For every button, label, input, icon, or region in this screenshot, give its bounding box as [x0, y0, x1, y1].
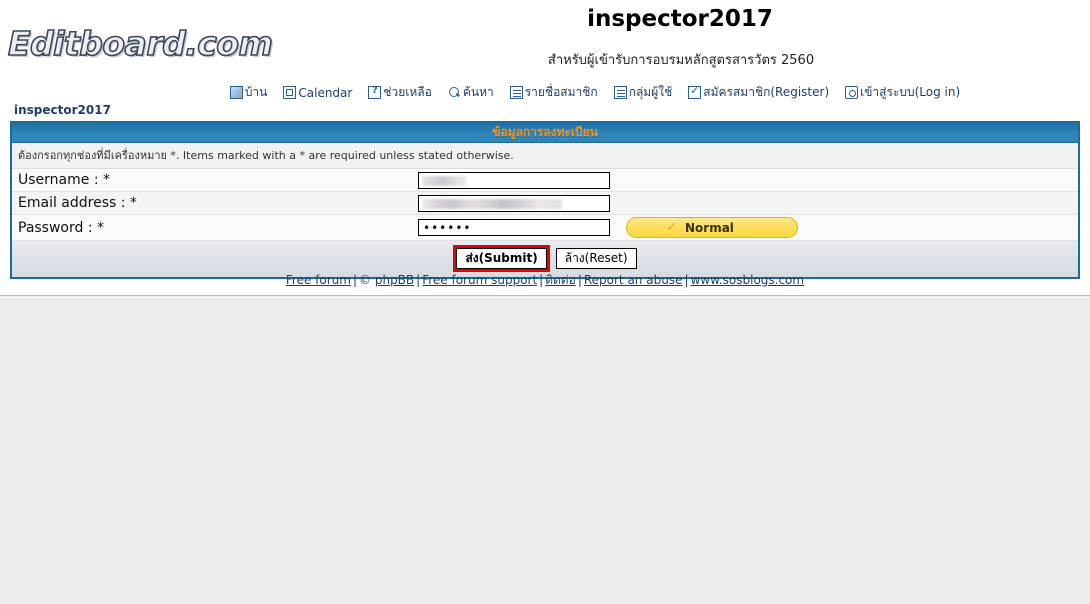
footer-link-phpbb[interactable]: phpBB [375, 273, 414, 287]
footer-separator-2: | [416, 273, 421, 287]
nav-item-usergroups[interactable]: กลุ่มผู้ใช้ [613, 83, 673, 102]
nav-item-calendar[interactable]: Calendar [283, 86, 352, 100]
reset-button[interactable]: ล้าง(Reset) [555, 248, 637, 269]
nav-item-memberlist[interactable]: รายชื่อสมาชิก [509, 83, 598, 102]
nav-item-home[interactable]: บ้าน [229, 83, 268, 102]
check-icon: ✓ [666, 220, 677, 235]
email-control [418, 193, 1078, 214]
password-input[interactable]: •••••• [418, 219, 610, 236]
panel-header: ข้อมูลการลงทะเบียน [12, 123, 1078, 143]
nav-item-login[interactable]: เข้าสู่ระบบ(Log in) [845, 83, 960, 102]
nav-label-help: ช่วยเหลือ [383, 85, 432, 99]
help-icon [368, 85, 382, 99]
footer-link-free-forum[interactable]: Free forum [286, 273, 351, 287]
nav-item-search[interactable]: ค้นหา [448, 83, 494, 102]
copyright-mark: © [359, 273, 372, 287]
nav-label-login: เข้าสู่ระบบ(Log in) [860, 85, 961, 99]
email-input[interactable] [418, 194, 610, 212]
panel-title: ข้อมูลการลงทะเบียน [492, 125, 598, 139]
nav-item-register[interactable]: สมัครสมาชิก(Register) [688, 83, 829, 102]
page-title: inspector2017 [587, 6, 773, 32]
password-masked-value: •••••• [423, 221, 472, 235]
submit-highlight-box: ส่ง(Submit) [453, 245, 550, 272]
main-navigation: บ้าน Calendar ช่วยเหลือ ค้นหา รายชื่อสมา… [0, 83, 1090, 102]
nav-label-search: ค้นหา [462, 85, 494, 99]
required-fields-note: ต้องกรอกทุกช่องที่มีเครื่องหมาย *. Items… [12, 143, 1078, 169]
page-container: Editboard.com inspector2017 สำหรับผู้เข้… [0, 0, 1090, 296]
field-row-email: Email address : * [12, 192, 1078, 215]
login-icon [845, 86, 859, 99]
email-redacted-value [422, 198, 562, 209]
nav-label-register: สมัครสมาชิก(Register) [703, 85, 830, 99]
site-header: Editboard.com inspector2017 สำหรับผู้เข้… [0, 0, 1090, 80]
register-icon [688, 84, 702, 99]
nav-label-usergroups: กลุ่มผู้ใช้ [628, 85, 673, 99]
submit-button[interactable]: ส่ง(Submit) [456, 248, 547, 269]
footer-link-contact[interactable]: ติดต่อ [545, 273, 576, 287]
email-label: Email address : * [18, 195, 137, 211]
password-strength-badge: ✓ Normal [626, 217, 798, 238]
registration-panel: ข้อมูลการลงทะเบียน ต้องกรอกทุกช่องที่มีเ… [10, 121, 1080, 279]
password-strength-label: Normal [684, 220, 734, 235]
footer-link-sosblogs[interactable]: www.sosblogs.com [690, 273, 804, 287]
footer-separator-3: | [539, 273, 544, 287]
username-input[interactable] [418, 171, 610, 189]
search-icon [448, 86, 461, 99]
username-label: Username : * [18, 172, 110, 188]
footer-separator-4: | [577, 273, 582, 287]
field-row-password: Password : * •••••• ✓ Normal [12, 215, 1078, 241]
memberlist-icon [509, 86, 523, 99]
username-control [418, 170, 1078, 191]
calendar-icon [283, 86, 297, 99]
breadcrumb[interactable]: inspector2017 [14, 103, 111, 117]
footer-links: Free forum | © phpBB | Free forum support | ติ… [0, 271, 1090, 290]
nav-label-home: บ้าน [244, 85, 268, 99]
username-redacted-value [422, 175, 466, 186]
usergroups-icon [613, 86, 627, 99]
field-row-username: Username : * [12, 169, 1078, 192]
footer-link-free-forum-support[interactable]: Free forum support [422, 273, 537, 287]
password-control: •••••• ✓ Normal [418, 215, 1078, 240]
page-background-area [0, 297, 1090, 604]
home-icon [229, 86, 243, 99]
nav-label-memberlist: รายชื่อสมาชิก [524, 85, 598, 99]
footer-separator-1: | [352, 273, 358, 287]
password-label: Password : * [18, 219, 105, 236]
nav-item-help[interactable]: ช่วยเหลือ [368, 83, 432, 102]
page-subtitle: สำหรับผู้เข้ารับการอบรมหลักสูตรสารวัตร 2… [547, 53, 815, 68]
footer-link-report-abuse[interactable]: Report an abuse [584, 273, 683, 287]
nav-label-calendar: Calendar [298, 85, 353, 100]
